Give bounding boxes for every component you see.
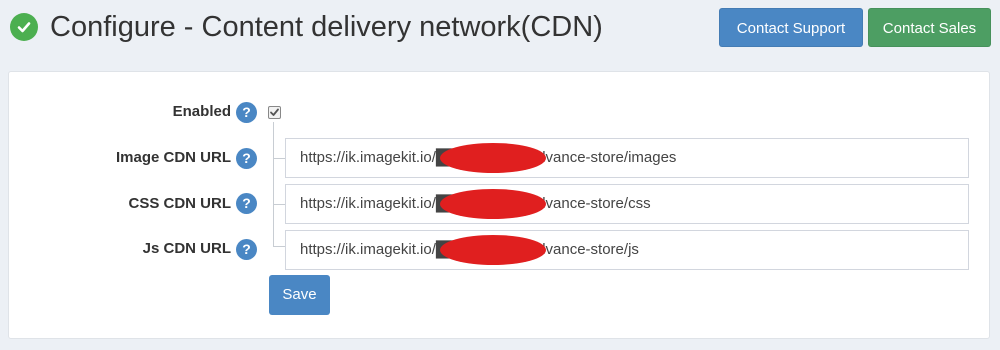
redaction-mark (440, 143, 546, 173)
enabled-checkbox[interactable] (268, 106, 281, 119)
redaction-mark (440, 235, 546, 265)
page-header: Configure - Content delivery network(CDN… (0, 0, 1000, 60)
redaction-mark (440, 189, 546, 219)
checkbox-checked-icon (270, 108, 279, 116)
enabled-help-icon[interactable]: ? (236, 102, 257, 123)
image-cdn-url-help-icon[interactable]: ? (236, 148, 257, 169)
css-cdn-url-input[interactable]: https://ik.imagekit.io/██████/nopadvance… (285, 184, 969, 224)
js-cdn-url-help-icon[interactable]: ? (236, 239, 257, 260)
css-cdn-url-help-icon[interactable]: ? (236, 193, 257, 214)
field-connector-line (273, 122, 274, 246)
js-cdn-url-input[interactable]: https://ik.imagekit.io/██████/nopadvance… (285, 230, 969, 270)
enabled-label: Enabled (172, 103, 231, 120)
contact-sales-button[interactable]: Contact Sales (868, 8, 991, 47)
contact-support-button[interactable]: Contact Support (719, 8, 863, 47)
image-cdn-url-input[interactable]: https://ik.imagekit.io/██████/nopadvance… (285, 138, 969, 178)
save-button[interactable]: Save (269, 275, 330, 315)
js-cdn-url-label: Js CDN URL (142, 240, 231, 257)
check-circle-icon (10, 13, 38, 41)
css-cdn-url-label: CSS CDN URL (128, 195, 231, 212)
page-title: Configure - Content delivery network(CDN… (50, 11, 603, 43)
image-cdn-url-label: Image CDN URL (115, 149, 231, 166)
